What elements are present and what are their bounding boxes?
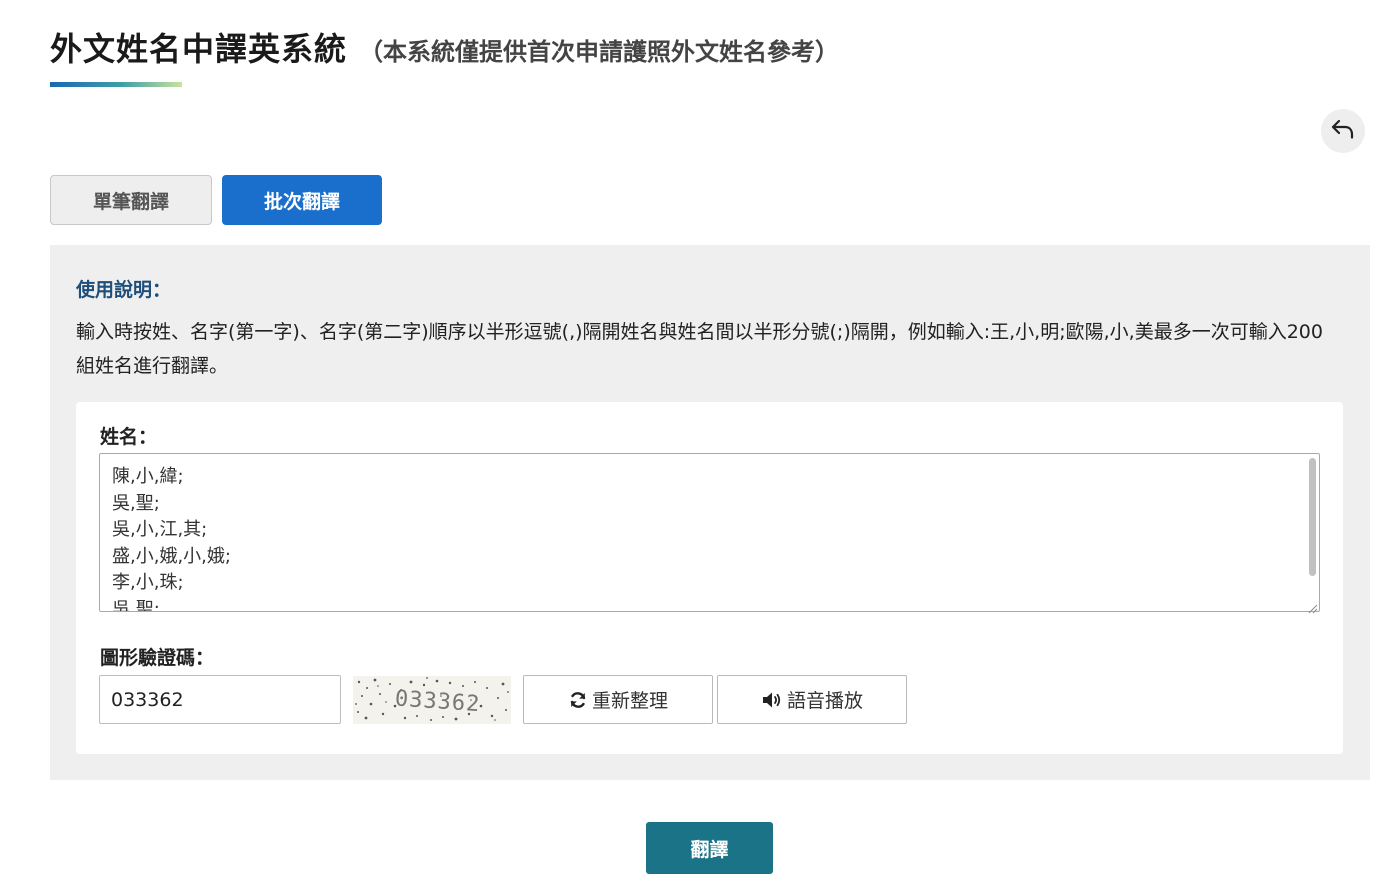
page-title: 外文姓名中譯英系統 <box>50 30 348 68</box>
batch-panel: 使用說明： 輸入時按姓、名字(第一字)、名字(第二字)順序以半形逗號(,)隔開姓… <box>50 245 1370 780</box>
page-subtitle: （本系統僅提供首次申請護照外文姓名參考） <box>359 38 840 66</box>
tab-single-translation[interactable]: 單筆翻譯 <box>50 175 212 225</box>
speaker-icon <box>761 690 783 710</box>
captcha-code-text: 033362 <box>394 686 481 717</box>
refresh-icon <box>568 690 588 710</box>
instructions-title: 使用說明： <box>76 279 172 301</box>
page-header: 外文姓名中譯英系統 （本系統僅提供首次申請護照外文姓名參考） <box>50 24 839 70</box>
names-label: 姓名： <box>100 426 158 448</box>
resize-handle[interactable] <box>1307 599 1318 614</box>
textarea-scrollbar[interactable] <box>1306 456 1318 600</box>
captcha-input[interactable] <box>99 675 341 724</box>
tab-batch-translation[interactable]: 批次翻譯 <box>222 175 382 225</box>
title-underline <box>50 82 182 87</box>
translate-submit-button[interactable]: 翻譯 <box>646 822 773 874</box>
form-card: 姓名： 圖形驗證碼： <box>76 402 1343 754</box>
captcha-label: 圖形驗證碼： <box>100 647 215 669</box>
scrollbar-thumb[interactable] <box>1309 458 1316 576</box>
instructions-text: 輸入時按姓、名字(第一字)、名字(第二字)順序以半形逗號(,)隔開姓名與姓名間以… <box>76 321 1323 377</box>
names-textarea[interactable] <box>99 453 1320 612</box>
play-audio-button[interactable]: 語音播放 <box>717 675 907 724</box>
refresh-captcha-button[interactable]: 重新整理 <box>523 675 713 724</box>
refresh-label: 重新整理 <box>591 690 668 712</box>
undo-arrow-icon <box>1330 118 1356 144</box>
captcha-image: 033362 <box>353 676 511 724</box>
audio-label: 語音播放 <box>786 690 863 712</box>
back-button[interactable] <box>1321 109 1365 153</box>
